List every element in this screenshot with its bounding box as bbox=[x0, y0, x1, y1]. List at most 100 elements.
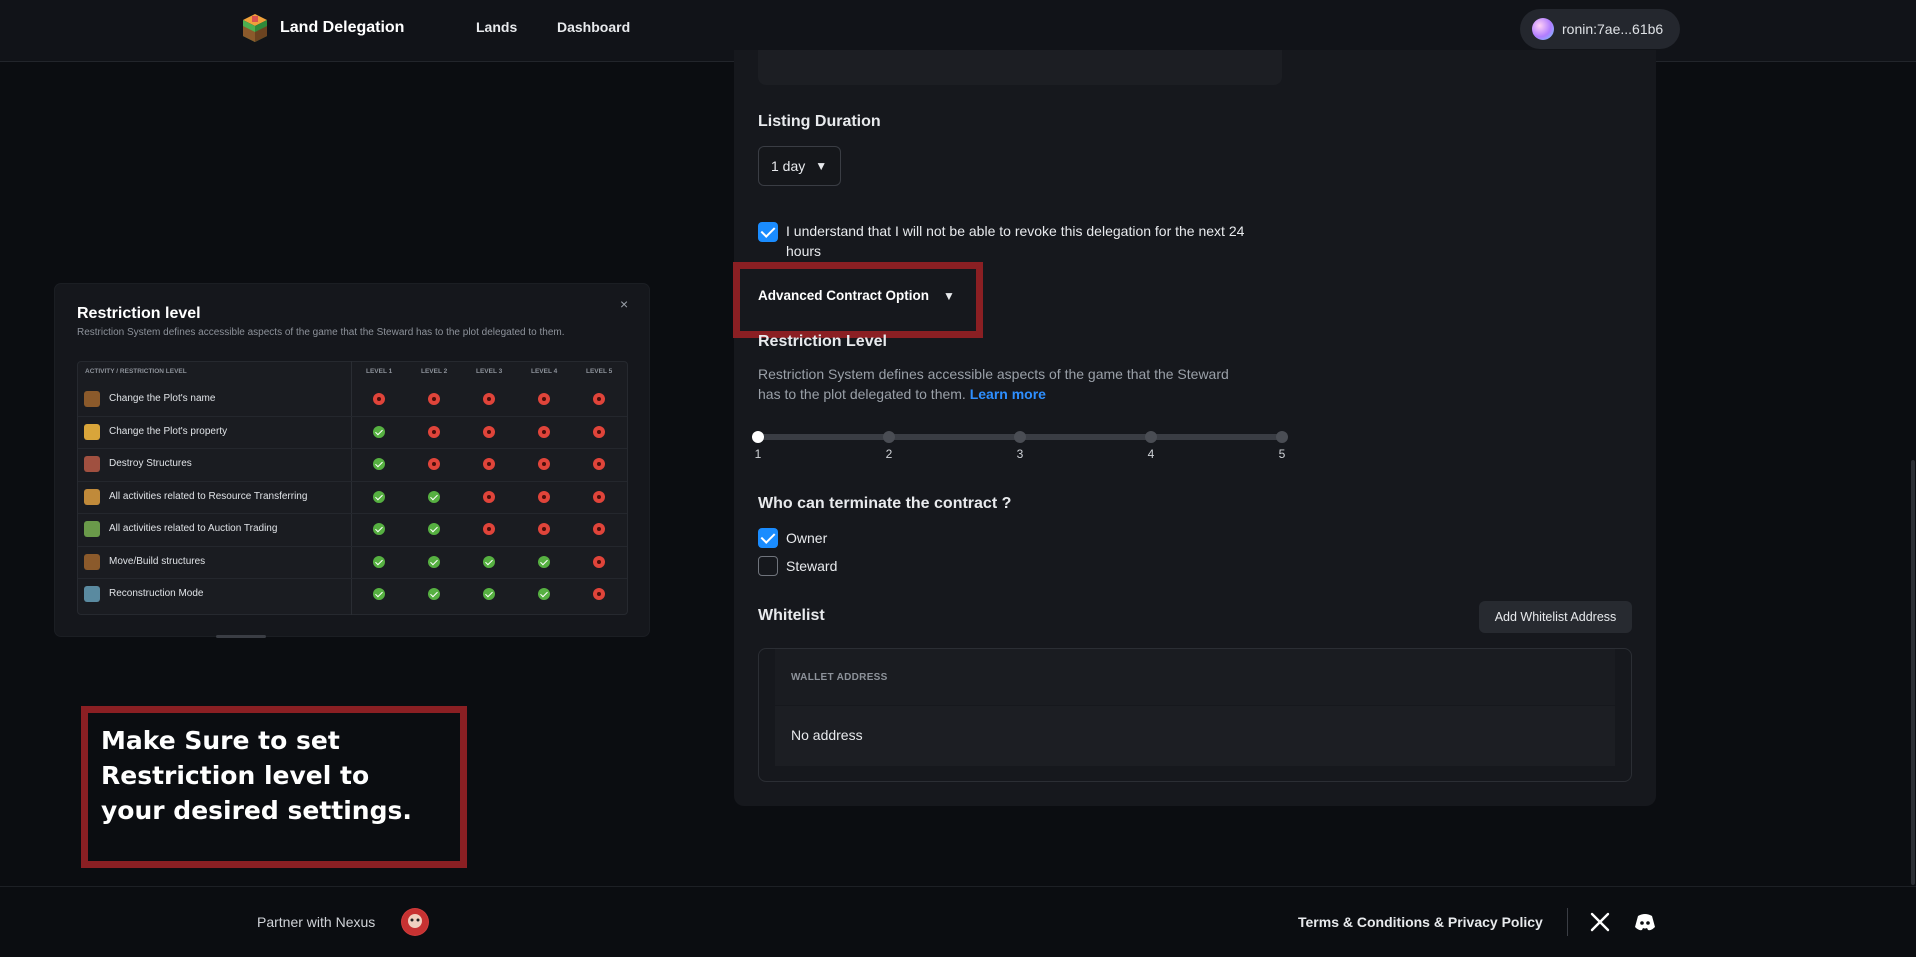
wallet-address-column: WALLET ADDRESS bbox=[791, 672, 888, 683]
understand-text: I understand that I will not be able to … bbox=[786, 223, 1245, 259]
restricted-icon bbox=[593, 490, 605, 503]
activity-icon bbox=[84, 521, 100, 537]
duration-value: 1 day bbox=[771, 158, 806, 174]
callout-text: Make Sure to set Restriction level to yo… bbox=[101, 726, 412, 825]
restricted-icon bbox=[593, 523, 605, 535]
restricted-icon bbox=[483, 393, 495, 405]
listing-duration-label: Listing Duration bbox=[758, 113, 881, 130]
allowed-check-icon bbox=[373, 555, 385, 568]
wallet-avatar-icon bbox=[1532, 18, 1554, 40]
x-icon[interactable] bbox=[1590, 912, 1610, 932]
partial-text-fragment bbox=[216, 635, 266, 638]
allowed-check-icon bbox=[538, 555, 550, 568]
slider-label-5: 5 bbox=[1278, 447, 1286, 461]
add-whitelist-button[interactable]: Add Whitelist Address bbox=[1479, 601, 1632, 633]
nav-lands[interactable]: Lands bbox=[476, 19, 517, 35]
slider-label-1: 1 bbox=[754, 447, 762, 461]
slider-level-3[interactable] bbox=[1014, 431, 1026, 443]
activity-label: All activities related to Auction Tradin… bbox=[109, 523, 278, 534]
restriction-header-level-4: LEVEL 4 bbox=[531, 368, 558, 375]
restricted-icon bbox=[428, 458, 440, 470]
previous-field-box bbox=[758, 50, 1282, 85]
restriction-description: Restriction System defines accessible as… bbox=[758, 364, 1248, 404]
restricted-icon bbox=[593, 555, 605, 568]
restriction-row-divider bbox=[78, 545, 627, 547]
restricted-icon bbox=[538, 458, 550, 470]
activity-label: Destroy Structures bbox=[109, 458, 192, 469]
activity-icon bbox=[84, 488, 100, 505]
activity-icon bbox=[84, 423, 100, 440]
restriction-row-divider bbox=[78, 448, 627, 449]
allowed-check-icon bbox=[373, 490, 385, 503]
restricted-icon bbox=[483, 490, 495, 503]
activity-icon bbox=[84, 586, 100, 602]
allowed-check-icon bbox=[428, 555, 440, 568]
restricted-icon bbox=[483, 523, 495, 535]
advanced-contract-label: Advanced Contract Option bbox=[758, 288, 930, 303]
slider-label-4: 4 bbox=[1147, 447, 1155, 461]
restricted-icon bbox=[483, 425, 495, 438]
allowed-check-icon bbox=[373, 588, 385, 600]
close-icon[interactable]: × bbox=[620, 296, 628, 312]
allowed-check-icon bbox=[373, 458, 385, 470]
restriction-row-divider bbox=[78, 415, 627, 417]
slider-label-2: 2 bbox=[885, 447, 893, 461]
restricted-icon bbox=[593, 588, 605, 600]
allowed-check-icon bbox=[373, 523, 385, 535]
slider-level-4[interactable] bbox=[1145, 431, 1157, 443]
caret-down-icon: ▼ bbox=[943, 288, 955, 303]
restriction-table-divider bbox=[351, 361, 352, 615]
restricted-icon bbox=[538, 425, 550, 438]
restriction-card-title: Restriction level bbox=[77, 305, 201, 322]
activity-label: All activities related to Resource Trans… bbox=[109, 490, 308, 502]
restriction-row-divider bbox=[78, 480, 627, 482]
activity-icon bbox=[84, 456, 100, 472]
restricted-icon bbox=[428, 393, 440, 405]
understand-checkbox[interactable] bbox=[758, 222, 778, 242]
slider-level-2[interactable] bbox=[883, 431, 895, 443]
nexus-logo-icon bbox=[401, 908, 429, 936]
wallet-button[interactable]: ronin:7ae...61b6 bbox=[1520, 9, 1680, 49]
allowed-check-icon bbox=[428, 523, 440, 535]
restricted-icon bbox=[538, 490, 550, 503]
partner-text[interactable]: Partner with Nexus bbox=[257, 914, 375, 930]
activity-label: Reconstruction Mode bbox=[109, 588, 204, 599]
allowed-check-icon bbox=[538, 588, 550, 600]
steward-checkbox[interactable] bbox=[758, 556, 778, 576]
learn-more-link[interactable]: Learn more bbox=[970, 386, 1046, 402]
restricted-icon bbox=[538, 393, 550, 405]
nav-dashboard[interactable]: Dashboard bbox=[557, 19, 630, 35]
restriction-card-subtitle: Restriction System defines accessible as… bbox=[77, 327, 565, 338]
restricted-icon bbox=[428, 425, 440, 438]
activity-icon bbox=[84, 553, 100, 570]
restricted-icon bbox=[483, 458, 495, 470]
allowed-check-icon bbox=[428, 588, 440, 600]
land-cube-icon bbox=[240, 12, 270, 44]
activity-icon bbox=[84, 391, 100, 407]
owner-label: Owner bbox=[786, 530, 828, 546]
restriction-header-level-1: LEVEL 1 bbox=[366, 368, 393, 375]
activity-label: Move/Build structures bbox=[109, 555, 206, 567]
activity-label: Change the Plot's property bbox=[109, 425, 228, 437]
slider-label-3: 3 bbox=[1016, 447, 1024, 461]
brand[interactable]: Land Delegation bbox=[240, 12, 404, 44]
whitelist-row bbox=[775, 706, 1615, 766]
restricted-icon bbox=[593, 458, 605, 470]
allowed-check-icon bbox=[428, 490, 440, 503]
activity-label: Change the Plot's name bbox=[109, 393, 216, 404]
terms-privacy-link[interactable]: Terms & Conditions & Privacy Policy bbox=[1298, 914, 1543, 930]
restriction-header-level-3: LEVEL 3 bbox=[476, 368, 503, 375]
allowed-check-icon bbox=[483, 555, 495, 568]
restricted-icon bbox=[593, 425, 605, 438]
slider-level-5[interactable] bbox=[1276, 431, 1288, 443]
duration-select[interactable]: 1 day ▼ bbox=[758, 146, 841, 186]
terminate-title: Who can terminate the contract ? bbox=[758, 495, 1012, 512]
restricted-icon bbox=[538, 523, 550, 535]
owner-checkbox[interactable] bbox=[758, 528, 778, 548]
advanced-contract-toggle[interactable]: Advanced Contract Option ▼ bbox=[758, 288, 955, 303]
discord-icon[interactable] bbox=[1634, 912, 1656, 932]
slider-level-1[interactable] bbox=[752, 431, 764, 443]
whitelist-title: Whitelist bbox=[758, 607, 825, 624]
scrollbar-thumb[interactable] bbox=[1911, 460, 1915, 885]
brand-title: Land Delegation bbox=[280, 19, 405, 36]
